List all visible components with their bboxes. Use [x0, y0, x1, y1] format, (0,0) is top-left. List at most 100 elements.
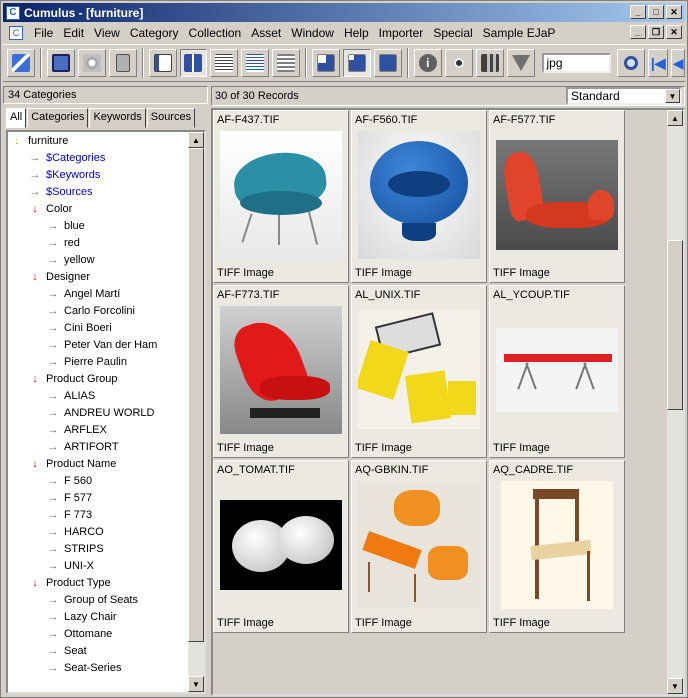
collapsed-arrow-icon[interactable]: → [46, 407, 60, 419]
tree-node[interactable]: → Carlo Forcolini [8, 302, 192, 319]
trash-button[interactable] [108, 49, 137, 77]
collapsed-arrow-icon[interactable]: → [28, 152, 42, 164]
slideshow-button[interactable] [475, 49, 504, 77]
tree-node[interactable]: → UNI-X [8, 557, 192, 574]
tree-node[interactable]: → ARTIFORT [8, 438, 192, 455]
collapsed-arrow-icon[interactable]: → [46, 441, 60, 453]
sync-button[interactable] [7, 49, 35, 77]
info-button[interactable]: i [413, 49, 442, 77]
menu-sample-ejap[interactable]: Sample EJaP [478, 26, 561, 40]
tree-node[interactable]: → Angel Martí [8, 285, 192, 302]
tree-node[interactable]: → STRIPS [8, 540, 192, 557]
close-button[interactable]: ✕ [666, 5, 682, 19]
record-thumbnail[interactable] [220, 481, 342, 609]
maximize-button[interactable]: □ [648, 5, 664, 19]
expanded-arrow-icon[interactable]: ↓ [28, 458, 42, 470]
collapsed-arrow-icon[interactable]: → [46, 509, 60, 521]
records-scrollbar[interactable]: ▲ ▼ [667, 110, 683, 694]
minimize-button[interactable]: _ [630, 5, 646, 19]
tree-node[interactable]: → Peter Van der Ham [8, 336, 192, 353]
record-card[interactable]: AL_UNIX.TIF TIFF Image [351, 285, 487, 458]
tree-node[interactable]: → ALIAS [8, 387, 192, 404]
record-card[interactable]: AO_TOMAT.TIF TIFF Image [213, 460, 349, 633]
menu-asset[interactable]: Asset [246, 26, 286, 40]
app-icon[interactable]: C [6, 5, 20, 20]
expanded-arrow-icon[interactable]: ↓ [28, 203, 42, 215]
filter-button[interactable] [506, 49, 535, 77]
collapsed-arrow-icon[interactable]: → [46, 254, 60, 266]
record-thumbnail[interactable] [220, 306, 342, 434]
record-card[interactable]: AF-F560.TIF TIFF Image [351, 110, 487, 283]
tree-node[interactable]: → Seat [8, 642, 192, 659]
record-thumbnail[interactable] [358, 131, 480, 259]
dropdown-arrow-icon[interactable]: ▼ [665, 89, 680, 103]
tree-node[interactable]: → $Sources [8, 183, 192, 200]
collapsed-arrow-icon[interactable]: → [46, 237, 60, 249]
collapsed-arrow-icon[interactable]: → [46, 662, 60, 674]
record-thumbnail[interactable] [358, 306, 480, 434]
record-card[interactable]: AQ_CADRE.TIF TIFF Image [489, 460, 625, 633]
collapsed-arrow-icon[interactable]: → [28, 186, 42, 198]
record-card[interactable]: AF-F577.TIF TIFF Image [489, 110, 625, 283]
tab-sources[interactable]: Sources [146, 108, 196, 128]
tree-scrollbar[interactable]: ▲ ▼ [188, 132, 204, 692]
search-input[interactable]: jpg [541, 53, 612, 73]
collapsed-arrow-icon[interactable]: → [46, 220, 60, 232]
view-details-button[interactable] [241, 49, 270, 77]
collapsed-arrow-icon[interactable]: → [46, 356, 60, 368]
record-thumbnail[interactable] [496, 131, 618, 259]
menu-file[interactable]: File [29, 26, 58, 40]
scroll-thumb[interactable] [667, 240, 683, 410]
collapsed-arrow-icon[interactable]: → [46, 560, 60, 572]
menu-view[interactable]: View [89, 26, 125, 40]
scroll-up-arrow[interactable]: ▲ [188, 132, 204, 148]
doc-close-button[interactable]: ✕ [666, 25, 682, 39]
collapsed-arrow-icon[interactable]: → [46, 288, 60, 300]
menu-edit[interactable]: Edit [58, 26, 89, 40]
scroll-up-arrow[interactable]: ▲ [667, 110, 683, 126]
collapsed-arrow-icon[interactable]: → [28, 169, 42, 181]
find-button[interactable] [617, 49, 646, 77]
disk-button[interactable] [77, 49, 106, 77]
tree-node[interactable]: → blue [8, 217, 192, 234]
document-icon[interactable]: C [9, 25, 23, 40]
root-arrow-icon[interactable]: ↓ [10, 135, 24, 147]
scroll-thumb[interactable] [188, 148, 204, 642]
tree-node[interactable]: → Lazy Chair [8, 608, 192, 625]
collapsed-arrow-icon[interactable]: → [46, 543, 60, 555]
tree-node[interactable]: → ARFLEX [8, 421, 192, 438]
tree-node[interactable]: ↓ furniture [8, 132, 192, 149]
tree-node[interactable]: → $Keywords [8, 166, 192, 183]
collapsed-arrow-icon[interactable]: → [46, 645, 60, 657]
record-thumbnail[interactable] [358, 481, 480, 609]
view-single-button[interactable] [148, 49, 177, 77]
view-thumbnails-button[interactable] [179, 49, 208, 77]
scroll-down-arrow[interactable]: ▼ [188, 676, 204, 692]
collapsed-arrow-icon[interactable]: → [46, 424, 60, 436]
menu-special[interactable]: Special [428, 26, 477, 40]
record-card[interactable]: AQ-GBKIN.TIF TIFF Image [351, 460, 487, 633]
record-thumbnail[interactable] [496, 481, 618, 609]
view-list-button[interactable] [210, 49, 239, 77]
expanded-arrow-icon[interactable]: ↓ [28, 373, 42, 385]
collapsed-arrow-icon[interactable]: → [46, 475, 60, 487]
tree-node[interactable]: → Ottomane [8, 625, 192, 642]
record-thumbnail[interactable] [496, 306, 618, 434]
tree-node[interactable]: → F 773 [8, 506, 192, 523]
doc-minimize-button[interactable]: _ [630, 25, 646, 39]
collapsed-arrow-icon[interactable]: → [46, 322, 60, 334]
doc-restore-button[interactable]: ❐ [648, 25, 664, 39]
collapsed-arrow-icon[interactable]: → [46, 526, 60, 538]
menu-category[interactable]: Category [125, 26, 184, 40]
tree-node[interactable]: → Seat-Series [8, 659, 192, 676]
expanded-arrow-icon[interactable]: ↓ [28, 577, 42, 589]
menu-collection[interactable]: Collection [184, 26, 247, 40]
expanded-arrow-icon[interactable]: ↓ [28, 271, 42, 283]
tree-node[interactable]: → Group of Seats [8, 591, 192, 608]
view-records-button[interactable] [272, 49, 301, 77]
catalog-button[interactable] [46, 49, 75, 77]
tree-node[interactable]: → F 577 [8, 489, 192, 506]
preview-button[interactable] [444, 49, 473, 77]
tree-node[interactable]: ↓ Product Type [8, 574, 192, 591]
tab-all[interactable]: All [6, 108, 27, 128]
